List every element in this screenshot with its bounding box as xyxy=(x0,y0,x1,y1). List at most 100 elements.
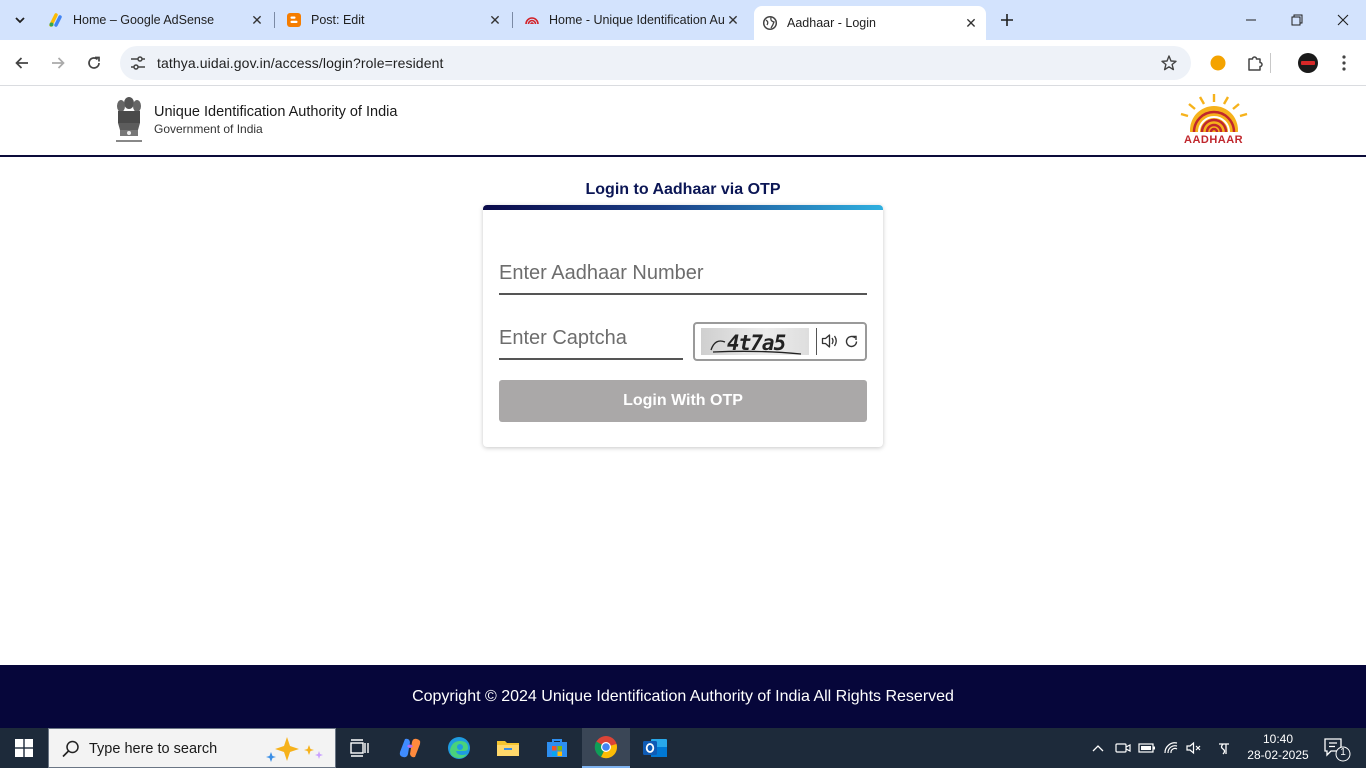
edge-button[interactable] xyxy=(435,728,483,768)
close-tab-icon[interactable]: ✕ xyxy=(249,12,265,28)
close-tab-icon[interactable]: ✕ xyxy=(963,15,979,31)
forward-button[interactable] xyxy=(44,49,72,77)
arrow-right-icon xyxy=(52,57,65,69)
national-emblem-logo xyxy=(116,97,142,142)
tab-search-button[interactable] xyxy=(7,8,33,32)
aadhaar-sun-icon xyxy=(1174,94,1254,154)
captcha-field[interactable] xyxy=(499,319,683,360)
network-tray-button[interactable] xyxy=(1160,728,1182,768)
tab-title: Home - Unique Identification Authority o… xyxy=(549,13,725,27)
globe-icon xyxy=(762,15,778,31)
org-subtitle: Government of India xyxy=(154,122,263,136)
captcha-image: 4t7a5 xyxy=(701,328,809,355)
tab-separator xyxy=(274,12,275,28)
tab-uidai-home[interactable]: Home - Unique Identification Authority o… xyxy=(516,8,748,32)
site-footer: Copyright © 2024 Unique Identification A… xyxy=(0,665,1366,728)
start-button[interactable] xyxy=(0,728,48,768)
chrome-icon xyxy=(594,736,617,759)
aadhaar-fingerprint-icon xyxy=(524,12,540,28)
extensions-puzzle-icon[interactable] xyxy=(1243,51,1267,75)
store-icon xyxy=(547,739,567,757)
clock-time: 10:40 xyxy=(1262,732,1294,746)
restore-button[interactable] xyxy=(1274,0,1320,40)
tab-title: Home – Google AdSense xyxy=(73,13,215,27)
plus-icon xyxy=(1001,14,1013,26)
speaker-icon xyxy=(821,334,837,348)
battery-icon xyxy=(1138,743,1155,753)
folder-icon xyxy=(497,741,519,756)
profile-avatar[interactable] xyxy=(1296,51,1320,75)
input-language-tray-button[interactable] xyxy=(1212,728,1236,768)
close-tab-icon[interactable]: ✕ xyxy=(487,12,503,28)
outlook-icon xyxy=(643,739,667,757)
notification-count: 1 xyxy=(1340,747,1346,758)
chrome-button[interactable] xyxy=(582,728,630,768)
aadhaar-number-input[interactable] xyxy=(499,253,867,293)
org-name: Unique Identification Authority of India xyxy=(154,104,398,120)
captcha-text: 4t7a5 xyxy=(727,331,786,355)
login-card: 4t7a5 Login With OTP xyxy=(483,205,883,447)
refresh-icon xyxy=(845,335,857,347)
menu-kebab-icon[interactable] xyxy=(1332,51,1356,75)
outlook-button[interactable] xyxy=(631,728,679,768)
restore-icon xyxy=(1291,14,1303,26)
blogger-icon xyxy=(286,12,302,28)
taskbar-clock[interactable]: 10:40 28-02-2025 xyxy=(1240,731,1316,763)
reload-icon xyxy=(88,56,100,69)
url-text[interactable]: tathya.uidai.gov.in/access/login?role=re… xyxy=(157,55,443,71)
tab-separator xyxy=(512,12,513,28)
site-header: Unique Identification Authority of India… xyxy=(0,87,1366,157)
extension-icon[interactable] xyxy=(1206,51,1230,75)
taskbar-search-box[interactable]: Type here to search xyxy=(48,728,336,768)
taskbar-search-placeholder: Type here to search xyxy=(89,741,218,757)
chevron-up-icon xyxy=(1092,745,1104,752)
site-info-icon[interactable] xyxy=(128,53,148,73)
card-accent-bar xyxy=(483,205,883,210)
tab-post-edit[interactable]: Post: Edit ✕ xyxy=(278,8,510,32)
tab-adsense[interactable]: Home – Google AdSense ✕ xyxy=(40,8,272,32)
search-highlight-icon xyxy=(266,737,323,762)
notification-icon xyxy=(1324,738,1351,762)
arrow-left-icon xyxy=(15,57,28,69)
captcha-input[interactable] xyxy=(499,319,683,358)
chevron-down-icon xyxy=(15,17,25,24)
volume-tray-button[interactable] xyxy=(1183,728,1205,768)
task-view-icon xyxy=(350,739,369,757)
windows-logo-icon xyxy=(15,739,33,757)
bookmark-star-icon[interactable] xyxy=(1159,53,1179,73)
toolbar-separator xyxy=(1270,53,1271,73)
captcha-box: 4t7a5 xyxy=(693,322,867,361)
copyright-text: Copyright © 2024 Unique Identification A… xyxy=(412,688,954,705)
tab-title: Aadhaar - Login xyxy=(787,16,876,30)
browser-toolbar: tathya.uidai.gov.in/access/login?role=re… xyxy=(0,40,1366,86)
tab-title: Post: Edit xyxy=(311,13,365,27)
wifi-icon xyxy=(1164,742,1178,754)
search-icon xyxy=(62,740,79,758)
address-bar[interactable]: tathya.uidai.gov.in/access/login?role=re… xyxy=(120,46,1191,80)
back-button[interactable] xyxy=(8,49,36,77)
captcha-audio-button[interactable] xyxy=(821,332,839,350)
aadhaar-logo: AADHAAR xyxy=(1174,92,1254,154)
copilot-button[interactable] xyxy=(386,728,434,768)
task-view-button[interactable] xyxy=(336,728,384,768)
login-with-otp-button[interactable]: Login With OTP xyxy=(499,380,867,422)
close-window-button[interactable] xyxy=(1320,0,1366,40)
meet-now-tray-button[interactable] xyxy=(1112,728,1134,768)
windows-taskbar: Type here to search 10:40 28-02-2025 1 xyxy=(0,728,1366,768)
new-tab-button[interactable] xyxy=(996,9,1018,31)
tab-aadhaar-login[interactable]: Aadhaar - Login ✕ xyxy=(754,6,986,40)
microsoft-store-button[interactable] xyxy=(533,728,581,768)
tray-overflow-button[interactable] xyxy=(1088,728,1108,768)
copilot-icon xyxy=(399,738,421,758)
minimize-button[interactable] xyxy=(1228,0,1274,40)
close-tab-icon[interactable]: ✕ xyxy=(725,12,741,28)
edge-icon xyxy=(448,737,470,759)
captcha-refresh-button[interactable] xyxy=(842,332,860,350)
notification-center-button[interactable]: 1 xyxy=(1322,736,1352,762)
browser-tab-strip: Home – Google AdSense ✕ Post: Edit ✕ Hom… xyxy=(0,0,1366,40)
close-icon xyxy=(1337,14,1349,26)
reload-button[interactable] xyxy=(80,49,108,77)
aadhaar-number-field[interactable] xyxy=(499,253,867,295)
battery-tray-button[interactable] xyxy=(1136,728,1158,768)
file-explorer-button[interactable] xyxy=(484,728,532,768)
